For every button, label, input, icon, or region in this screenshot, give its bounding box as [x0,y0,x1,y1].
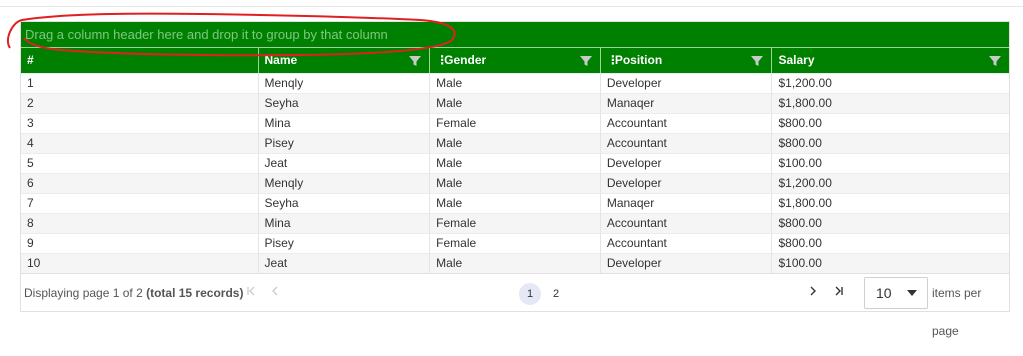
table-cell: 8 [27,216,34,230]
table-cell: Jeat [257,254,430,273]
table-cell: Menqly [257,174,430,193]
table-cell: 1 [27,76,34,90]
column-header-index[interactable]: # [21,48,258,73]
table-row[interactable]: 8 Mina Female Accountant $800.00 [21,213,1009,233]
filter-icon[interactable] [751,55,764,67]
table-cell: Male [429,94,600,113]
page-size-select[interactable]: 10 [864,277,928,309]
table-cell: 7 [27,196,34,210]
table-cell: 10 [27,256,41,270]
page-number: 1 [526,288,534,300]
table-cell: Accountant [599,234,772,253]
page-size-value: 10 [876,285,892,301]
group-panel[interactable]: Drag a column header here and drop it to… [21,22,1009,48]
table-row[interactable]: 9 Pisey Female Accountant $800.00 [21,233,1009,253]
data-grid: Drag a column header here and drop it to… [20,21,1010,338]
table-cell: Male [429,74,600,93]
table-cell: $800.00 [771,114,1009,133]
table-cell: $1,200.00 [771,74,1009,93]
table-row[interactable]: 3 Mina Female Accountant $800.00 [21,113,1009,133]
pager-total-records: (total 15 records) [146,286,244,300]
table-cell: 5 [27,156,34,170]
drag-handle-icon[interactable]: ⋮ [436,48,448,73]
table-cell: $1,800.00 [771,94,1009,113]
table-cell: 3 [27,116,34,130]
table-cell: Accountant [599,134,772,153]
chevron-down-icon [907,290,917,296]
items-per-page-label: items per page [932,286,982,338]
table-cell: 2 [27,96,34,110]
column-header-label: Position [614,53,663,67]
table-cell: 9 [27,236,34,250]
table-cell: Female [429,234,600,253]
table-cell: $800.00 [771,134,1009,153]
table-cell: $100.00 [771,154,1009,173]
drag-handle-icon[interactable]: ⋮ [607,48,619,73]
table-cell: Seyha [257,194,430,213]
table-cell: Seyha [257,94,430,113]
table-cell: Mina [257,114,430,133]
table-row[interactable]: 4 Pisey Male Accountant $800.00 [21,133,1009,153]
last-page-icon[interactable] [831,285,847,301]
table-cell: $800.00 [771,234,1009,253]
table-cell: $1,200.00 [771,174,1009,193]
column-header-label: # [27,53,34,67]
table-row[interactable]: 10 Jeat Male Developer $100.00 [21,253,1009,273]
table-cell: 4 [27,136,34,150]
next-page-icon[interactable] [805,285,821,301]
table-cell: Manaqer [599,194,772,213]
filter-icon[interactable] [409,55,422,67]
filter-icon[interactable] [579,55,592,67]
page-number: 2 [552,288,560,300]
table-row[interactable]: 6 Menqly Male Developer $1,200.00 [21,173,1009,193]
pager: Displaying page 1 of 2 (total 15 records… [21,273,1009,338]
table-row[interactable]: 7 Seyha Male Manaqer $1,800.00 [21,193,1009,213]
pager-info: Displaying page 1 of 2 (total 15 records… [24,274,243,312]
table-cell: Female [429,114,600,133]
column-header-position[interactable]: ⋮Position [599,48,772,73]
grid-header: # Name ⋮Gender ⋮Position Salary [21,48,1009,73]
table-cell: Male [429,194,600,213]
table-cell: Developer [599,254,772,273]
page-button-1[interactable]: 1 [519,283,541,305]
table-cell: Male [429,254,600,273]
table-cell: Menqly [257,74,430,93]
grid-body: 1 Menqly Male Developer $1,200.00 2 Seyha Male M… [21,73,1009,273]
first-page-icon[interactable] [243,285,259,301]
page-button-2[interactable]: 2 [545,283,567,305]
table-cell: Male [429,154,600,173]
table-cell: $800.00 [771,214,1009,233]
table-cell: Accountant [599,214,772,233]
table-cell: Developer [599,74,772,93]
table-cell: Jeat [257,154,430,173]
table-cell: 6 [27,176,34,190]
column-header-label: Name [264,53,298,67]
pager-info-text: Displaying page 1 of 2 [24,286,147,300]
column-header-salary[interactable]: Salary [771,48,1009,73]
table-cell: Developer [599,154,772,173]
table-cell: $1,800.00 [771,194,1009,213]
column-header-name[interactable]: Name [257,48,430,73]
table-row[interactable]: 1 Menqly Male Developer $1,200.00 [21,73,1009,93]
filter-icon[interactable] [989,55,1001,67]
table-cell: $100.00 [771,254,1009,273]
table-cell: Developer [599,174,772,193]
table-cell: Manaqer [599,94,772,113]
table-cell: Male [429,134,600,153]
table-cell: Pisey [257,234,430,253]
table-row[interactable]: 2 Seyha Male Manaqer $1,800.00 [21,93,1009,113]
previous-page-icon[interactable] [267,285,283,301]
table-cell: Female [429,214,600,233]
table-cell: Pisey [257,134,430,153]
group-panel-hint: Drag a column header here and drop it to… [25,27,388,42]
column-header-label: Gender [444,53,487,67]
column-header-label: Salary [778,53,815,67]
table-cell: Accountant [599,114,772,133]
column-header-gender[interactable]: ⋮Gender [429,48,600,73]
table-row[interactable]: 5 Jeat Male Developer $100.00 [21,153,1009,173]
table-cell: Male [429,174,600,193]
table-cell: Mina [257,214,430,233]
top-divider [0,6,1023,7]
